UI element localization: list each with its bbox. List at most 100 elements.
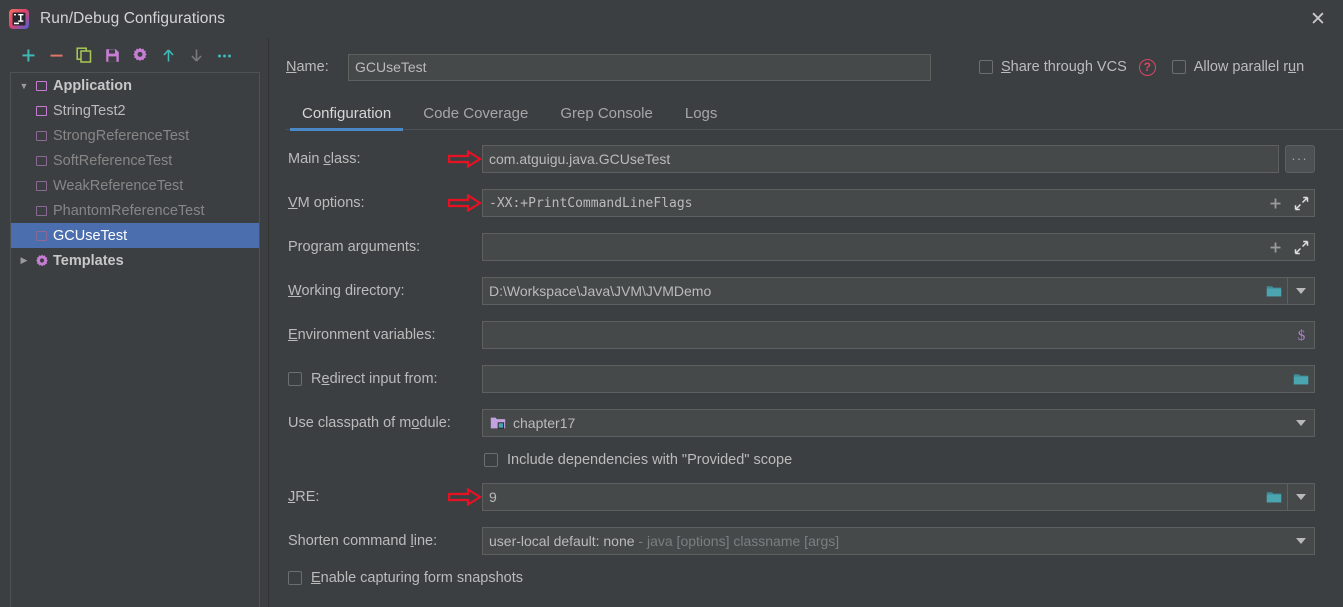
chevron-down-icon (1296, 288, 1306, 294)
copy-icon (76, 47, 92, 63)
program-arguments-row: Program arguments: (286, 232, 1315, 262)
more-options-button[interactable] (210, 42, 238, 68)
shorten-command-line-value: user-local default: none (489, 533, 635, 549)
working-directory-dropdown-button[interactable] (1287, 278, 1314, 304)
tab-code-coverage[interactable]: Code Coverage (407, 105, 544, 130)
tree-item-templates[interactable]: ▶ Templates (11, 248, 259, 273)
use-classpath-label: Use classpath of module: (288, 415, 451, 431)
tab-configuration[interactable]: Configuration (286, 105, 407, 131)
program-arguments-field[interactable] (482, 233, 1315, 261)
program-arguments-macro-button[interactable] (1262, 234, 1288, 260)
tree-item-stringtest2[interactable]: StringTest2 (11, 98, 259, 123)
main-class-field[interactable]: com.atguigu.java.GCUseTest (482, 145, 1279, 173)
tree-item-label: Templates (53, 252, 124, 269)
edit-templates-button[interactable] (126, 42, 154, 68)
configuration-name-input[interactable] (348, 53, 931, 81)
jre-dropdown-button[interactable] (1287, 484, 1314, 510)
enable-capturing-row[interactable]: Enable capturing form snapshots (286, 570, 1315, 586)
shorten-command-line-label: Shorten command line: (288, 533, 438, 549)
configuration-square-icon (33, 180, 50, 191)
vm-options-expand-button[interactable] (1288, 190, 1314, 216)
environment-variables-macro-button[interactable]: $ (1288, 322, 1314, 348)
shorten-command-line-field[interactable]: user-local default: none - java [options… (482, 527, 1315, 555)
tree-item-strongreferencetest[interactable]: StrongReferenceTest (11, 123, 259, 148)
move-down-button[interactable] (182, 42, 210, 68)
working-directory-browse-button[interactable] (1261, 278, 1287, 304)
redirect-input-field[interactable] (482, 365, 1315, 393)
include-provided-row[interactable]: Include dependencies with "Provided" sco… (286, 452, 1315, 468)
main-class-value: com.atguigu.java.GCUseTest (489, 151, 671, 167)
redirect-input-label-wrap[interactable]: Redirect input from: (286, 371, 482, 387)
expand-triangle-icon[interactable]: ▶ (15, 255, 33, 266)
dialog-body: ▼ Application StringTest2 StrongReferenc… (0, 38, 1343, 607)
use-classpath-row: Use classpath of module: chapter17 (286, 408, 1315, 438)
tab-grep-console[interactable]: Grep Console (544, 105, 669, 130)
vm-options-macro-button[interactable] (1262, 190, 1288, 216)
redirect-input-browse-button[interactable] (1288, 366, 1314, 392)
editor-tabs: Configuration Code Coverage Grep Console… (274, 94, 1343, 131)
tab-logs[interactable]: Logs (669, 105, 734, 130)
tree-item-softreferencetest[interactable]: SoftReferenceTest (11, 148, 259, 173)
arrow-down-icon (190, 49, 202, 62)
title-bar: Run/Debug Configurations ✕ (0, 0, 1343, 38)
tree-item-weakreferencetest[interactable]: WeakReferenceTest (11, 173, 259, 198)
main-class-browse-button[interactable]: ... (1285, 145, 1315, 173)
close-icon[interactable]: ✕ (1293, 0, 1343, 38)
share-through-vcs-checkbox[interactable]: Share through VCS (979, 59, 1127, 75)
chevron-down-icon (1296, 538, 1306, 544)
ellipsis-icon (217, 54, 231, 57)
redirect-input-checkbox[interactable] (288, 372, 302, 386)
configuration-form: Main class: com.atguigu.java.GCUseTest .… (274, 130, 1343, 586)
share-through-vcs-label: Share through VCS (1001, 59, 1127, 75)
configurations-tree[interactable]: ▼ Application StringTest2 StrongReferenc… (10, 72, 260, 607)
checkbox-box[interactable] (979, 60, 993, 74)
move-up-button[interactable] (154, 42, 182, 68)
add-configuration-button[interactable] (14, 42, 42, 68)
vm-options-value: -XX:+PrintCommandLineFlags (489, 195, 693, 211)
main-class-label: Main class: (288, 151, 361, 167)
folder-icon (1293, 374, 1309, 385)
tree-item-gcusetest[interactable]: GCUseTest (11, 223, 259, 248)
environment-variables-field[interactable]: $ (482, 321, 1315, 349)
vm-options-field[interactable]: -XX:+PrintCommandLineFlags (482, 189, 1315, 217)
top-right-options: Share through VCS ? Allow parallel run (979, 58, 1304, 76)
allow-parallel-run-checkbox[interactable]: Allow parallel run (1171, 59, 1304, 75)
configurations-panel: ▼ Application StringTest2 StrongReferenc… (0, 38, 268, 607)
checkbox-box[interactable] (1171, 60, 1186, 74)
tree-item-label: Application (53, 77, 132, 94)
application-square-icon (33, 80, 50, 91)
use-classpath-dropdown-button[interactable] (1288, 410, 1314, 436)
program-arguments-expand-button[interactable] (1288, 234, 1314, 260)
enable-capturing-checkbox[interactable] (288, 571, 302, 585)
jre-browse-button[interactable] (1261, 484, 1287, 510)
tree-item-label: GCUseTest (53, 227, 128, 244)
expand-diagonal-icon (1294, 196, 1308, 210)
module-folder-icon (490, 416, 506, 430)
jre-field[interactable]: 9 (482, 483, 1315, 511)
help-circle-icon[interactable]: ? (1138, 58, 1156, 76)
save-configuration-button[interactable] (98, 42, 126, 68)
tree-item-phantomreferencetest[interactable]: PhantomReferenceTest (11, 198, 259, 223)
minus-icon (50, 54, 62, 57)
working-directory-field[interactable]: D:\Workspace\Java\JVM\JVMDemo (482, 277, 1315, 305)
arrow-up-icon (162, 48, 174, 61)
enable-capturing-label: Enable capturing form snapshots (311, 570, 523, 586)
shorten-command-line-dropdown-button[interactable] (1288, 528, 1314, 554)
environment-variables-row: Environment variables: $ (286, 320, 1315, 350)
folder-icon (1266, 286, 1282, 297)
remove-configuration-button[interactable] (42, 42, 70, 68)
collapse-triangle-icon[interactable]: ▼ (15, 81, 33, 91)
templates-gear-icon (33, 254, 50, 268)
vm-options-row: VM options: -XX:+PrintCommandLineFlags (286, 188, 1315, 218)
use-classpath-field[interactable]: chapter17 (482, 409, 1315, 437)
configuration-square-icon (33, 105, 50, 116)
chevron-down-icon (1296, 494, 1306, 500)
configuration-square-icon (33, 205, 50, 216)
dollar-icon: $ (1297, 328, 1305, 343)
include-provided-checkbox[interactable] (484, 453, 498, 467)
run-debug-configurations-dialog: Run/Debug Configurations ✕ ▼ Application… (0, 0, 1343, 607)
save-icon (105, 48, 119, 62)
copy-configuration-button[interactable] (70, 42, 98, 68)
plus-icon (1270, 242, 1280, 252)
tree-item-application[interactable]: ▼ Application (11, 73, 259, 98)
